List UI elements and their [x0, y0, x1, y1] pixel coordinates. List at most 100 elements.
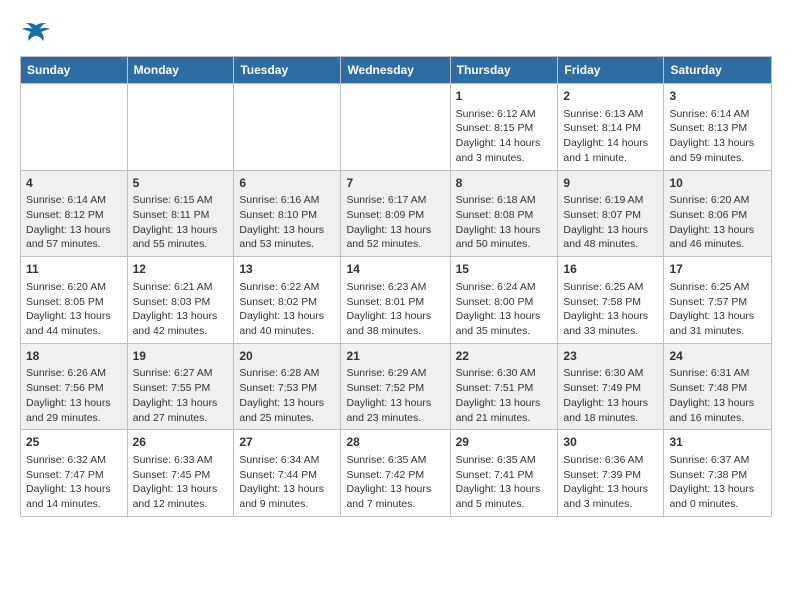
- logo: [20, 20, 56, 48]
- calendar-cell: 21Sunrise: 6:29 AMSunset: 7:52 PMDayligh…: [341, 343, 450, 430]
- calendar-header: SundayMondayTuesdayWednesdayThursdayFrid…: [21, 57, 772, 84]
- day-info: Sunset: 8:05 PM: [26, 295, 122, 310]
- day-info: Sunset: 7:48 PM: [669, 381, 766, 396]
- day-info: and 5 minutes.: [456, 497, 553, 512]
- day-info: Sunset: 8:12 PM: [26, 208, 122, 223]
- day-info: and 48 minutes.: [563, 237, 658, 252]
- day-info: Sunset: 7:53 PM: [239, 381, 335, 396]
- day-number: 14: [346, 261, 444, 278]
- calendar-cell: 5Sunrise: 6:15 AMSunset: 8:11 PMDaylight…: [127, 170, 234, 257]
- calendar-cell: 29Sunrise: 6:35 AMSunset: 7:41 PMDayligh…: [450, 430, 558, 517]
- day-number: 8: [456, 175, 553, 192]
- day-number: 3: [669, 88, 766, 105]
- day-info: and 14 minutes.: [26, 497, 122, 512]
- day-info: and 44 minutes.: [26, 324, 122, 339]
- day-info: Sunset: 7:47 PM: [26, 468, 122, 483]
- day-info: Daylight: 13 hours: [346, 223, 444, 238]
- day-info: and 38 minutes.: [346, 324, 444, 339]
- day-info: Sunset: 7:52 PM: [346, 381, 444, 396]
- calendar-cell: 13Sunrise: 6:22 AMSunset: 8:02 PMDayligh…: [234, 257, 341, 344]
- day-info: Daylight: 13 hours: [239, 309, 335, 324]
- day-info: Sunset: 8:08 PM: [456, 208, 553, 223]
- calendar-cell: 9Sunrise: 6:19 AMSunset: 8:07 PMDaylight…: [558, 170, 664, 257]
- day-number: 20: [239, 348, 335, 365]
- day-info: Sunset: 7:42 PM: [346, 468, 444, 483]
- day-info: and 53 minutes.: [239, 237, 335, 252]
- day-info: and 3 minutes.: [563, 497, 658, 512]
- weekday-header-saturday: Saturday: [664, 57, 772, 84]
- day-info: Daylight: 13 hours: [669, 136, 766, 151]
- day-info: Sunrise: 6:20 AM: [669, 193, 766, 208]
- day-info: Sunrise: 6:26 AM: [26, 366, 122, 381]
- calendar-cell: 24Sunrise: 6:31 AMSunset: 7:48 PMDayligh…: [664, 343, 772, 430]
- calendar-cell: 26Sunrise: 6:33 AMSunset: 7:45 PMDayligh…: [127, 430, 234, 517]
- day-number: 30: [563, 434, 658, 451]
- calendar-cell: 15Sunrise: 6:24 AMSunset: 8:00 PMDayligh…: [450, 257, 558, 344]
- day-info: and 12 minutes.: [133, 497, 229, 512]
- day-info: and 9 minutes.: [239, 497, 335, 512]
- day-info: and 42 minutes.: [133, 324, 229, 339]
- logo-bird-icon: [20, 20, 52, 48]
- calendar-body: 1Sunrise: 6:12 AMSunset: 8:15 PMDaylight…: [21, 84, 772, 517]
- day-info: Sunrise: 6:27 AM: [133, 366, 229, 381]
- calendar-table: SundayMondayTuesdayWednesdayThursdayFrid…: [20, 56, 772, 517]
- day-number: 28: [346, 434, 444, 451]
- day-info: Daylight: 13 hours: [133, 396, 229, 411]
- day-info: and 23 minutes.: [346, 411, 444, 426]
- calendar-cell: 6Sunrise: 6:16 AMSunset: 8:10 PMDaylight…: [234, 170, 341, 257]
- weekday-header-row: SundayMondayTuesdayWednesdayThursdayFrid…: [21, 57, 772, 84]
- day-info: Sunrise: 6:24 AM: [456, 280, 553, 295]
- calendar-cell: 12Sunrise: 6:21 AMSunset: 8:03 PMDayligh…: [127, 257, 234, 344]
- day-info: and 59 minutes.: [669, 151, 766, 166]
- day-number: 1: [456, 88, 553, 105]
- day-info: and 33 minutes.: [563, 324, 658, 339]
- day-info: Sunset: 7:44 PM: [239, 468, 335, 483]
- day-number: 27: [239, 434, 335, 451]
- calendar-cell: 2Sunrise: 6:13 AMSunset: 8:14 PMDaylight…: [558, 84, 664, 171]
- day-info: and 57 minutes.: [26, 237, 122, 252]
- day-number: 23: [563, 348, 658, 365]
- day-info: and 27 minutes.: [133, 411, 229, 426]
- day-number: 18: [26, 348, 122, 365]
- calendar-cell: 23Sunrise: 6:30 AMSunset: 7:49 PMDayligh…: [558, 343, 664, 430]
- day-info: Sunrise: 6:16 AM: [239, 193, 335, 208]
- day-info: Sunset: 8:09 PM: [346, 208, 444, 223]
- day-number: 16: [563, 261, 658, 278]
- day-number: 24: [669, 348, 766, 365]
- day-info: Daylight: 13 hours: [239, 482, 335, 497]
- day-info: Sunrise: 6:22 AM: [239, 280, 335, 295]
- calendar-week-row: 11Sunrise: 6:20 AMSunset: 8:05 PMDayligh…: [21, 257, 772, 344]
- day-info: and 18 minutes.: [563, 411, 658, 426]
- calendar-cell: 8Sunrise: 6:18 AMSunset: 8:08 PMDaylight…: [450, 170, 558, 257]
- day-info: Daylight: 14 hours: [563, 136, 658, 151]
- day-info: Sunset: 8:15 PM: [456, 121, 553, 136]
- day-info: Sunset: 8:07 PM: [563, 208, 658, 223]
- day-info: Sunrise: 6:30 AM: [456, 366, 553, 381]
- calendar-cell: 11Sunrise: 6:20 AMSunset: 8:05 PMDayligh…: [21, 257, 128, 344]
- day-info: Daylight: 13 hours: [346, 482, 444, 497]
- day-number: 13: [239, 261, 335, 278]
- day-info: Daylight: 13 hours: [133, 223, 229, 238]
- day-info: and 40 minutes.: [239, 324, 335, 339]
- day-info: and 29 minutes.: [26, 411, 122, 426]
- header: [20, 16, 772, 48]
- day-info: Sunrise: 6:32 AM: [26, 453, 122, 468]
- day-info: and 52 minutes.: [346, 237, 444, 252]
- day-info: and 25 minutes.: [239, 411, 335, 426]
- day-number: 15: [456, 261, 553, 278]
- weekday-header-friday: Friday: [558, 57, 664, 84]
- day-number: 31: [669, 434, 766, 451]
- day-info: and 46 minutes.: [669, 237, 766, 252]
- day-info: Sunset: 8:14 PM: [563, 121, 658, 136]
- calendar-cell: 28Sunrise: 6:35 AMSunset: 7:42 PMDayligh…: [341, 430, 450, 517]
- calendar-cell: 18Sunrise: 6:26 AMSunset: 7:56 PMDayligh…: [21, 343, 128, 430]
- day-info: Daylight: 13 hours: [346, 309, 444, 324]
- day-number: 10: [669, 175, 766, 192]
- day-number: 5: [133, 175, 229, 192]
- day-info: Sunset: 7:56 PM: [26, 381, 122, 396]
- day-info: and 21 minutes.: [456, 411, 553, 426]
- day-info: Sunrise: 6:35 AM: [456, 453, 553, 468]
- day-info: Daylight: 13 hours: [26, 396, 122, 411]
- day-info: Sunrise: 6:25 AM: [669, 280, 766, 295]
- day-info: Daylight: 13 hours: [669, 309, 766, 324]
